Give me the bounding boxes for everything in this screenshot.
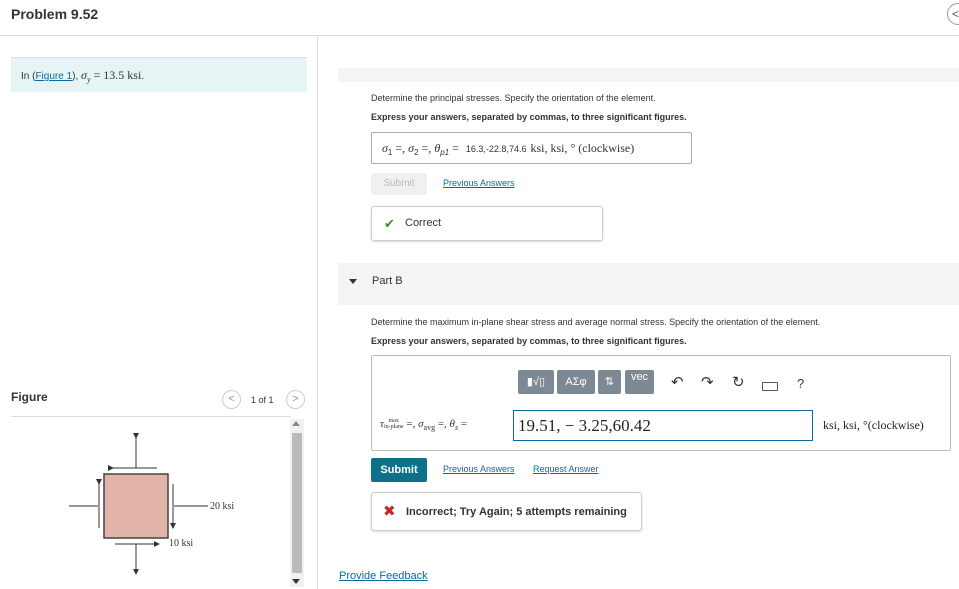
part-a-units: ksi, ksi, ° (clockwise): [530, 141, 635, 155]
scroll-up-icon[interactable]: [292, 421, 300, 426]
figure-prev-button[interactable]: <: [222, 390, 241, 409]
figure-counter: 1 of 1: [251, 395, 274, 405]
figure-divider: [11, 416, 291, 417]
statement-prefix: In (: [21, 71, 36, 82]
part-b-title: Part B: [372, 275, 403, 287]
part-a-answer-value: 16.3,-22.8,74.6: [465, 144, 527, 154]
eq-a: =: [449, 141, 462, 155]
tau-inplane-label: in-plane: [383, 424, 404, 431]
part-a-instruction: Determine the principal stresses. Specif…: [371, 93, 656, 103]
sigma-avg-sub: avg: [423, 423, 436, 433]
figure-next-button[interactable]: >: [286, 390, 305, 409]
sep-b2: =,: [435, 418, 450, 430]
part-b-instruction: Determine the maximum in-plane shear str…: [371, 317, 821, 327]
part-b-request-answer-link[interactable]: Request Answer: [533, 464, 599, 474]
statement-equals: =: [90, 68, 104, 82]
statement-suffix: ),: [72, 71, 82, 82]
templates-button[interactable]: ▮√▯: [518, 370, 554, 394]
part-b-previous-answers-link[interactable]: Previous Answers: [443, 464, 515, 474]
help-icon[interactable]: ?: [797, 376, 804, 391]
provide-feedback-link[interactable]: Provide Feedback: [339, 570, 428, 582]
vec-button[interactable]: vec: [625, 370, 654, 394]
part-b-units: ksi, ksi, °(clockwise): [823, 418, 924, 432]
part-b-incorrect-feedback: ✖ Incorrect; Try Again; 5 attempts remai…: [371, 492, 642, 531]
theta-sub: p1: [440, 148, 450, 157]
part-b-answer-box: ▮√▯ ΑΣφ ⇅ vec ↶ ↷ ↻ ? τ max in-plane =, σa…: [371, 355, 951, 451]
part-a-answer-line: σ1 =, σ2 =, θp1 = 16.3,-22.8,74.6 ksi, ks…: [382, 141, 634, 157]
part-b-header[interactable]: Part B: [338, 263, 959, 305]
problem-title: Problem 9.52: [11, 6, 99, 22]
redo-icon[interactable]: ↷: [701, 373, 714, 391]
reset-icon[interactable]: ↻: [732, 373, 745, 391]
part-b-answer-input[interactable]: [513, 410, 813, 441]
figure-label: Figure: [11, 390, 48, 404]
label-10-ksi: 10 ksi: [169, 538, 193, 549]
close-x-icon: ✖: [383, 503, 396, 520]
part-b-express: Express your answers, separated by comma…: [371, 336, 687, 346]
pane-divider: [317, 36, 318, 589]
scroll-down-icon[interactable]: [292, 579, 300, 584]
statement-period: .: [141, 71, 145, 82]
figure-scrollbar[interactable]: [290, 419, 304, 587]
problem-statement-box: In (Figure 1), σy = 13.5 ksi.: [11, 57, 307, 92]
part-a-submit-button[interactable]: Submit: [371, 173, 427, 195]
correct-text: Correct: [405, 217, 442, 229]
label-20-ksi: 20 ksi: [210, 501, 234, 512]
sigma-value: 13.5 ksi: [103, 68, 142, 82]
part-a-previous-answers-link[interactable]: Previous Answers: [443, 178, 515, 188]
part-b-answer-label: τ max in-plane =, σavg =, θs =: [380, 418, 467, 432]
part-a-express: Express your answers, separated by comma…: [371, 112, 687, 122]
caret-down-icon[interactable]: [349, 279, 357, 284]
undo-icon[interactable]: ↶: [671, 373, 684, 391]
part-a-header-band: [338, 68, 959, 82]
stress-element-figure: 20 ksi 10 ksi: [69, 433, 234, 575]
sep2: =,: [418, 141, 435, 155]
scroll-thumb[interactable]: [292, 433, 302, 573]
part-a-correct-feedback: ✔ Correct: [371, 206, 603, 241]
keyboard-icon[interactable]: [762, 382, 778, 391]
sep-b1: =,: [403, 418, 419, 430]
figure-link[interactable]: Figure 1: [35, 71, 72, 82]
greek-button[interactable]: ΑΣφ: [557, 370, 595, 394]
part-b-submit-button[interactable]: Submit: [371, 458, 427, 482]
collapse-nav-button[interactable]: <: [947, 3, 959, 25]
top-bar: Problem 9.52 <: [0, 0, 959, 36]
arrows-button[interactable]: ⇅: [598, 370, 621, 394]
problem-statement: In (Figure 1), σy = 13.5 ksi.: [21, 68, 144, 84]
incorrect-text: Incorrect; Try Again; 5 attempts remaini…: [406, 506, 627, 518]
sep1: =,: [392, 141, 409, 155]
check-icon: ✔: [384, 216, 395, 231]
part-a-answer-box: σ1 =, σ2 =, θp1 = 16.3,-22.8,74.6 ksi, ks…: [371, 132, 692, 164]
stress-element: [103, 473, 169, 539]
eq-b: =: [458, 418, 468, 430]
